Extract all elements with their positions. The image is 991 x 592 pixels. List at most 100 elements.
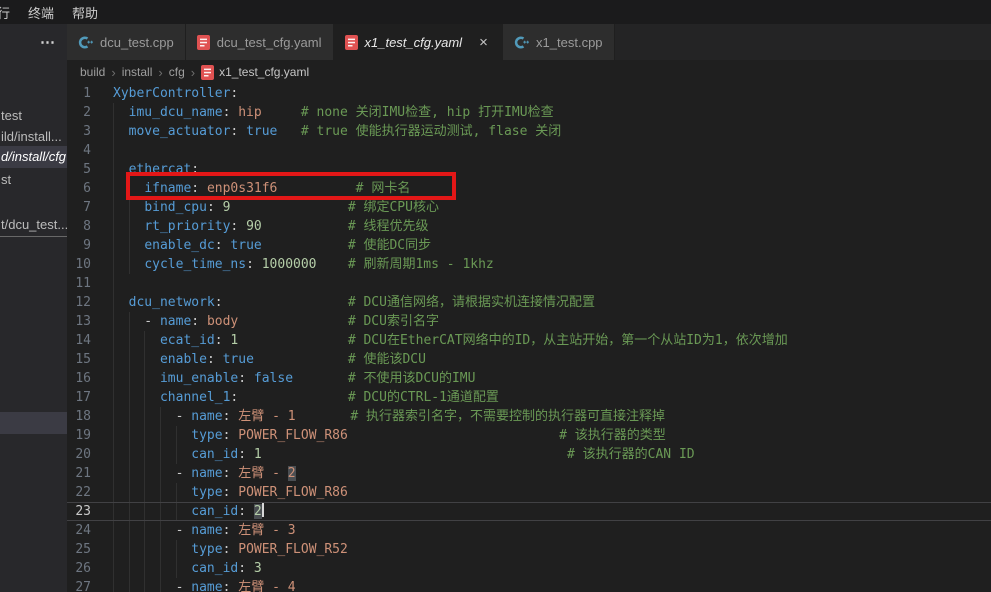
line-content[interactable]: ethercat: (113, 160, 991, 179)
line-content[interactable]: - name: 左臂 - 4 (113, 578, 991, 592)
code-token: true (223, 352, 254, 367)
breadcrumb-file[interactable]: x1_test_cfg.yaml (201, 65, 309, 80)
menu-item-terminal[interactable]: 终端 (19, 3, 63, 22)
line-content[interactable]: enable_dc: true # 使能DC同步 (113, 236, 991, 255)
line-number: 25 (67, 540, 113, 559)
line-number: 14 (67, 331, 113, 350)
indent-guide (113, 217, 114, 236)
indent-guide (113, 426, 114, 445)
line-content[interactable]: rt_priority: 90 # 线程优先级 (113, 217, 991, 236)
line-content[interactable]: - name: 左臂 - 1 # 执行器索引名字，不需要控制的执行器可直接注释掉 (113, 407, 991, 426)
line-content[interactable]: channel_1: # DCU的CTRL-1通道配置 (113, 388, 991, 407)
line-content[interactable]: cycle_time_ns: 1000000 # 刷新周期1ms - 1khz (113, 255, 991, 274)
line-content[interactable]: imu_dcu_name: hip # none 关闭IMU检查, hip 打开… (113, 103, 991, 122)
code-token: : (230, 219, 246, 234)
code-token: # 绑定CPU核心 (348, 200, 439, 215)
line-content[interactable]: can_id: 3 (113, 559, 991, 578)
tab-bar: dcu_test.cppdcu_test_cfg.yamlx1_test_cfg… (67, 24, 991, 60)
line-number: 16 (67, 369, 113, 388)
breadcrumb-item[interactable]: build (80, 65, 105, 79)
code-token: enp0s31f6 (207, 181, 277, 196)
code-token: POWER_FLOW_R86 (238, 485, 348, 500)
code-token: 1000000 (262, 257, 317, 272)
sidebar-item[interactable]: test (0, 105, 67, 127)
indent-guide (144, 483, 145, 502)
sidebar-item[interactable] (0, 412, 67, 434)
chevron-right-icon: › (111, 65, 115, 80)
indent-guide (160, 521, 161, 540)
line-content[interactable]: type: POWER_FLOW_R86 # 该执行器的类型 (113, 426, 991, 445)
line-number: 1 (67, 84, 113, 103)
more-actions-icon[interactable]: ⋯ (40, 33, 56, 51)
code-line: 26 can_id: 3 (67, 559, 991, 578)
code-token: # 使能该DCU (348, 352, 426, 367)
indent-guide (113, 407, 114, 426)
code-token: # 线程优先级 (348, 219, 429, 234)
line-content[interactable]: can_id: 1 # 该执行器的CAN ID (113, 445, 991, 464)
code-token: ifname (144, 181, 191, 196)
sidebar-header: ⋯ (0, 24, 67, 60)
code-token: : (215, 333, 231, 348)
line-content[interactable]: XyberController: (113, 84, 991, 103)
menu-item-run[interactable]: 行 (0, 3, 19, 22)
code-token: imu_dcu_name (129, 105, 223, 120)
indent-guide (144, 350, 145, 369)
code-token (113, 352, 160, 367)
line-content[interactable]: bind_cpu: 9 # 绑定CPU核心 (113, 198, 991, 217)
sidebar-item[interactable]: t/dcu_test... (0, 213, 67, 237)
line-content[interactable] (113, 274, 991, 293)
line-content[interactable]: ecat_id: 1 # DCU在EtherCAT网络中的ID，从主站开始，第一… (113, 331, 991, 350)
line-content[interactable]: dcu_network: # DCU通信网络，请根据实机连接情况配置 (113, 293, 991, 312)
indent-guide (144, 407, 145, 426)
indent-guide (113, 388, 114, 407)
indent-guide (129, 426, 130, 445)
vscode-window: 行终端帮助 ⋯ testild/install...d/install/cfgs… (0, 0, 991, 592)
indent-guide (176, 445, 177, 464)
tab-dcu_test_cfg.yaml[interactable]: dcu_test_cfg.yaml (186, 24, 334, 60)
code-token (113, 105, 129, 120)
code-token: 2 (288, 466, 296, 481)
line-content[interactable]: type: POWER_FLOW_R52 (113, 540, 991, 559)
line-content[interactable]: - name: 左臂 - 3 (113, 521, 991, 540)
indent-guide (113, 445, 114, 464)
line-content[interactable]: - name: body # DCU索引名字 (113, 312, 991, 331)
code-token: cycle_time_ns (144, 257, 246, 272)
code-token: channel_1 (160, 390, 230, 405)
close-tab-icon[interactable]: × (476, 35, 491, 50)
line-content[interactable]: type: POWER_FLOW_R86 (113, 483, 991, 502)
sidebar-item[interactable]: d/install/cfg (0, 146, 67, 168)
code-token: : (223, 580, 239, 592)
indent-guide (113, 122, 114, 141)
line-content[interactable]: move_actuator: true # true 使能执行器运动测试, fl… (113, 122, 991, 141)
indent-guide (113, 141, 114, 160)
code-token (296, 409, 351, 424)
line-number: 10 (67, 255, 113, 274)
breadcrumb-item[interactable]: install (122, 65, 153, 79)
indent-guide (160, 483, 161, 502)
line-content[interactable]: can_id: 2 (113, 502, 991, 521)
breadcrumb-item[interactable]: cfg (169, 65, 185, 79)
tab-dcu_test.cpp[interactable]: dcu_test.cpp (67, 24, 186, 60)
code-token: # DCU的CTRL-1通道配置 (348, 390, 499, 405)
menu-item-help[interactable]: 帮助 (63, 3, 107, 22)
sidebar-item[interactable]: ild/install... (0, 126, 67, 148)
line-content[interactable]: enable: true # 使能该DCU (113, 350, 991, 369)
line-content[interactable] (113, 141, 991, 160)
code-line: 9 enable_dc: true # 使能DC同步 (67, 236, 991, 255)
sidebar-item[interactable]: st (0, 169, 67, 191)
indent-guide (176, 426, 177, 445)
code-token: ecat_id (160, 333, 215, 348)
indent-guide (129, 464, 130, 483)
breadcrumb-file-label: x1_test_cfg.yaml (219, 65, 309, 79)
code-line: 27 - name: 左臂 - 4 (67, 578, 991, 592)
line-content[interactable]: ifname: enp0s31f6 # 网卡名 (113, 179, 991, 198)
line-content[interactable]: imu_enable: false # 不使用该DCU的IMU (113, 369, 991, 388)
tab-x1_test.cpp[interactable]: x1_test.cpp (503, 24, 615, 60)
tab-x1_test_cfg.yaml[interactable]: x1_test_cfg.yaml× (334, 24, 504, 60)
line-content[interactable]: - name: 左臂 - 2 (113, 464, 991, 483)
code-token: : (207, 352, 223, 367)
cpp-file-icon (514, 35, 529, 50)
indent-guide (144, 502, 145, 521)
indent-guide (160, 559, 161, 578)
indent-guide (129, 578, 130, 592)
